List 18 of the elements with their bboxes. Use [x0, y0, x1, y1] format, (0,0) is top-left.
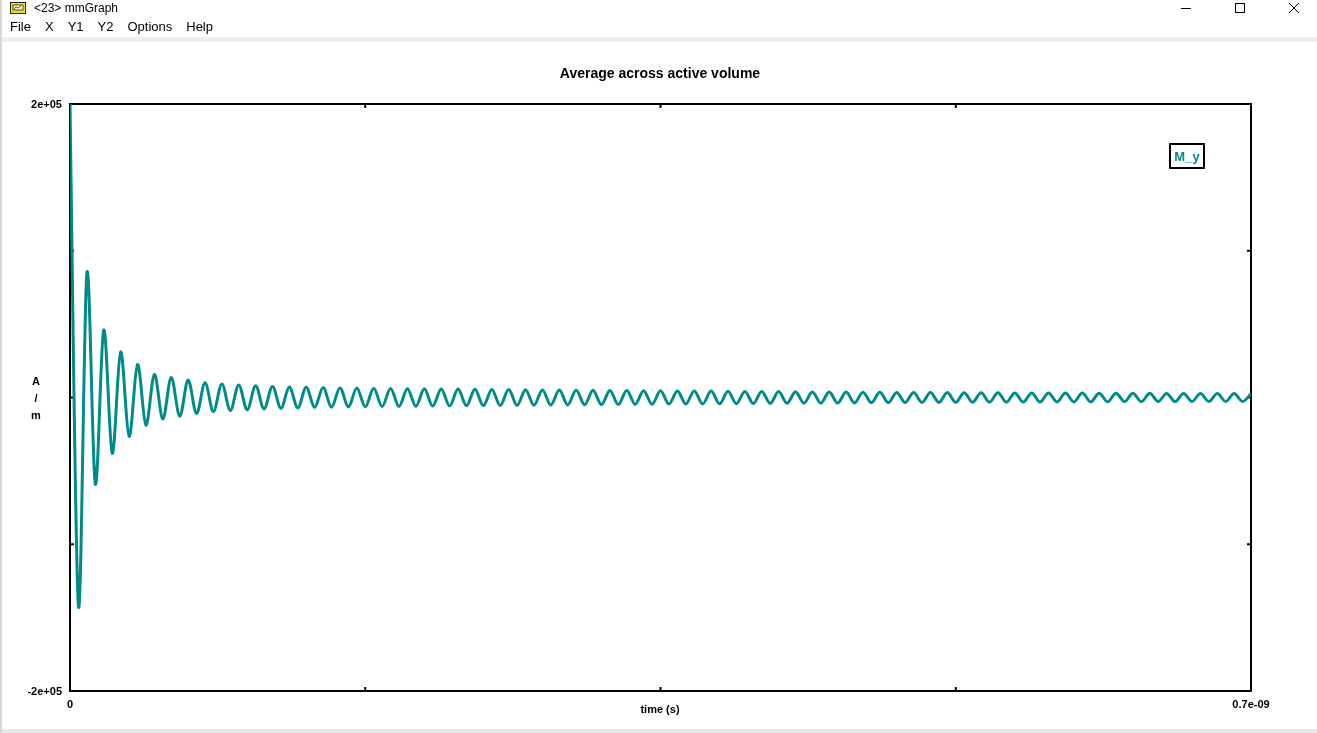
y-tick-label: -2e+05	[27, 685, 62, 697]
x-tick-label: 0.7e-09	[1232, 698, 1270, 710]
maximize-icon[interactable]	[1235, 3, 1245, 13]
graph-app-icon	[10, 2, 26, 14]
menu-item[interactable]: Y1	[65, 19, 90, 34]
window-title: <23> mmGraph	[34, 1, 119, 15]
chart-title: Average across active volume	[559, 65, 761, 81]
y-axis-label: A / m	[31, 375, 41, 421]
y-tick-label: 2e+05	[31, 98, 62, 110]
menu-item[interactable]: Y2	[95, 19, 120, 34]
legend: M_y	[1169, 143, 1205, 169]
x-axis-label: time (s)	[640, 703, 680, 715]
menu-item[interactable]: Options	[125, 19, 179, 34]
x-tick-label: 0	[66, 698, 74, 710]
menu-item[interactable]: Help	[184, 19, 219, 34]
close-icon[interactable]	[1289, 3, 1299, 13]
menu-item[interactable]: File	[8, 19, 37, 34]
menu-item[interactable]: X	[42, 19, 60, 34]
